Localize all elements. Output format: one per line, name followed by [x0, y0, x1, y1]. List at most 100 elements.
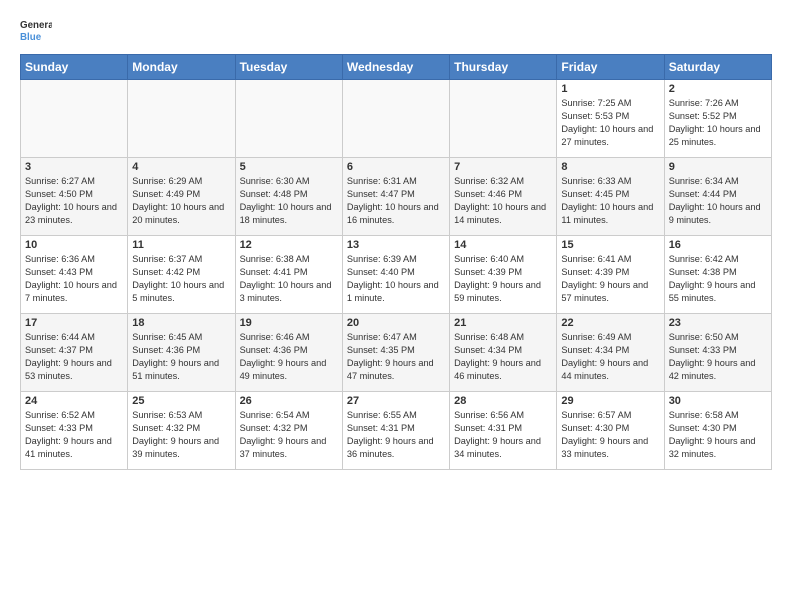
day-number: 26: [240, 395, 338, 407]
day-number: 9: [669, 161, 767, 173]
day-number: 13: [347, 239, 445, 251]
calendar-cell: 28 Sunrise: 6:56 AM Sunset: 4:31 PM Dayli…: [450, 392, 557, 470]
calendar-cell: [342, 80, 449, 158]
day-number: 24: [25, 395, 123, 407]
calendar-cell: 29 Sunrise: 6:57 AM Sunset: 4:30 PM Dayli…: [557, 392, 664, 470]
day-info: Sunrise: 6:56 AM Sunset: 4:31 PM Dayligh…: [454, 409, 552, 461]
weekday-header-row: SundayMondayTuesdayWednesdayThursdayFrid…: [21, 55, 772, 80]
calendar-table: SundayMondayTuesdayWednesdayThursdayFrid…: [20, 54, 772, 470]
day-number: 19: [240, 317, 338, 329]
calendar-cell: 8 Sunrise: 6:33 AM Sunset: 4:45 PM Daylig…: [557, 158, 664, 236]
day-number: 5: [240, 161, 338, 173]
calendar-cell: 23Sunrise: 6:50 AM Sunset: 4:33 PM Dayli…: [664, 314, 771, 392]
day-info: Sunrise: 6:36 AM Sunset: 4:43 PM Dayligh…: [25, 253, 123, 305]
calendar-cell: 20 Sunrise: 6:47 AM Sunset: 4:35 PM Dayli…: [342, 314, 449, 392]
day-number: 7: [454, 161, 552, 173]
calendar-cell: 17 Sunrise: 6:44 AM Sunset: 4:37 PM Dayli…: [21, 314, 128, 392]
day-number: 12: [240, 239, 338, 251]
day-info: Sunrise: 6:42 AM Sunset: 4:38 PM Dayligh…: [669, 253, 767, 305]
calendar-cell: 6 Sunrise: 6:31 AM Sunset: 4:47 PM Daylig…: [342, 158, 449, 236]
day-info: Sunrise: 6:45 AM Sunset: 4:36 PM Dayligh…: [132, 331, 230, 383]
day-number: 4: [132, 161, 230, 173]
day-info: Sunrise: 6:46 AM Sunset: 4:36 PM Dayligh…: [240, 331, 338, 383]
weekday-header-monday: Monday: [128, 55, 235, 80]
day-number: 15: [561, 239, 659, 251]
day-info: Sunrise: 6:54 AM Sunset: 4:32 PM Dayligh…: [240, 409, 338, 461]
weekday-header-thursday: Thursday: [450, 55, 557, 80]
logo-icon: General Blue: [20, 16, 52, 44]
day-info: Sunrise: 6:57 AM Sunset: 4:30 PM Dayligh…: [561, 409, 659, 461]
calendar-cell: 9 Sunrise: 6:34 AM Sunset: 4:44 PM Daylig…: [664, 158, 771, 236]
calendar-cell: 21 Sunrise: 6:48 AM Sunset: 4:34 PM Dayli…: [450, 314, 557, 392]
calendar-cell: 16 Sunrise: 6:42 AM Sunset: 4:38 PM Dayli…: [664, 236, 771, 314]
day-info: Sunrise: 6:27 AM Sunset: 4:50 PM Dayligh…: [25, 175, 123, 227]
day-info: Sunrise: 6:55 AM Sunset: 4:31 PM Dayligh…: [347, 409, 445, 461]
day-number: 21: [454, 317, 552, 329]
calendar-cell: 4 Sunrise: 6:29 AM Sunset: 4:49 PM Daylig…: [128, 158, 235, 236]
day-info: Sunrise: 6:29 AM Sunset: 4:49 PM Dayligh…: [132, 175, 230, 227]
calendar-cell: [450, 80, 557, 158]
calendar-cell: [128, 80, 235, 158]
day-number: 16: [669, 239, 767, 251]
day-number: 28: [454, 395, 552, 407]
calendar-cell: 11 Sunrise: 6:37 AM Sunset: 4:42 PM Dayli…: [128, 236, 235, 314]
day-number: 1: [561, 83, 659, 95]
calendar-cell: 27 Sunrise: 6:55 AM Sunset: 4:31 PM Dayli…: [342, 392, 449, 470]
calendar-cell: 19 Sunrise: 6:46 AM Sunset: 4:36 PM Dayli…: [235, 314, 342, 392]
day-number: 20: [347, 317, 445, 329]
calendar-cell: [21, 80, 128, 158]
calendar-cell: 3 Sunrise: 6:27 AM Sunset: 4:50 PM Daylig…: [21, 158, 128, 236]
day-number: 23: [669, 317, 767, 329]
day-info: Sunrise: 6:52 AM Sunset: 4:33 PM Dayligh…: [25, 409, 123, 461]
day-info: Sunrise: 6:41 AM Sunset: 4:39 PM Dayligh…: [561, 253, 659, 305]
header: General Blue: [20, 16, 772, 44]
day-number: 30: [669, 395, 767, 407]
day-number: 18: [132, 317, 230, 329]
day-number: 14: [454, 239, 552, 251]
calendar-cell: 14Sunrise: 6:40 AM Sunset: 4:39 PM Dayli…: [450, 236, 557, 314]
week-row-1: 3 Sunrise: 6:27 AM Sunset: 4:50 PM Daylig…: [21, 158, 772, 236]
day-info: Sunrise: 6:33 AM Sunset: 4:45 PM Dayligh…: [561, 175, 659, 227]
calendar-cell: 24 Sunrise: 6:52 AM Sunset: 4:33 PM Dayli…: [21, 392, 128, 470]
day-number: 22: [561, 317, 659, 329]
calendar-cell: 22 Sunrise: 6:49 AM Sunset: 4:34 PM Dayli…: [557, 314, 664, 392]
day-info: Sunrise: 6:34 AM Sunset: 4:44 PM Dayligh…: [669, 175, 767, 227]
logo: General Blue: [20, 16, 52, 44]
calendar-cell: 13 Sunrise: 6:39 AM Sunset: 4:40 PM Dayli…: [342, 236, 449, 314]
week-row-0: 1 Sunrise: 7:25 AM Sunset: 5:53 PM Daylig…: [21, 80, 772, 158]
calendar-cell: 12 Sunrise: 6:38 AM Sunset: 4:41 PM Dayli…: [235, 236, 342, 314]
weekday-header-wednesday: Wednesday: [342, 55, 449, 80]
day-number: 3: [25, 161, 123, 173]
svg-text:Blue: Blue: [20, 32, 42, 43]
day-info: Sunrise: 6:47 AM Sunset: 4:35 PM Dayligh…: [347, 331, 445, 383]
day-info: Sunrise: 6:49 AM Sunset: 4:34 PM Dayligh…: [561, 331, 659, 383]
weekday-header-tuesday: Tuesday: [235, 55, 342, 80]
day-number: 29: [561, 395, 659, 407]
day-info: Sunrise: 6:37 AM Sunset: 4:42 PM Dayligh…: [132, 253, 230, 305]
calendar-cell: 18 Sunrise: 6:45 AM Sunset: 4:36 PM Dayli…: [128, 314, 235, 392]
day-number: 11: [132, 239, 230, 251]
page-container: General Blue SundayMondayTuesdayWednesda…: [0, 0, 792, 480]
day-number: 10: [25, 239, 123, 251]
calendar-cell: 7Sunrise: 6:32 AM Sunset: 4:46 PM Daylig…: [450, 158, 557, 236]
day-info: Sunrise: 6:44 AM Sunset: 4:37 PM Dayligh…: [25, 331, 123, 383]
week-row-2: 10 Sunrise: 6:36 AM Sunset: 4:43 PM Dayli…: [21, 236, 772, 314]
day-info: Sunrise: 6:38 AM Sunset: 4:41 PM Dayligh…: [240, 253, 338, 305]
day-info: Sunrise: 7:26 AM Sunset: 5:52 PM Dayligh…: [669, 97, 767, 149]
day-info: Sunrise: 6:31 AM Sunset: 4:47 PM Dayligh…: [347, 175, 445, 227]
day-info: Sunrise: 6:48 AM Sunset: 4:34 PM Dayligh…: [454, 331, 552, 383]
day-number: 27: [347, 395, 445, 407]
day-info: Sunrise: 6:30 AM Sunset: 4:48 PM Dayligh…: [240, 175, 338, 227]
day-number: 25: [132, 395, 230, 407]
svg-text:General: General: [20, 20, 52, 31]
weekday-header-saturday: Saturday: [664, 55, 771, 80]
calendar-cell: 26 Sunrise: 6:54 AM Sunset: 4:32 PM Dayli…: [235, 392, 342, 470]
day-info: Sunrise: 7:25 AM Sunset: 5:53 PM Dayligh…: [561, 97, 659, 149]
day-number: 17: [25, 317, 123, 329]
calendar-cell: 25Sunrise: 6:53 AM Sunset: 4:32 PM Dayli…: [128, 392, 235, 470]
week-row-3: 17 Sunrise: 6:44 AM Sunset: 4:37 PM Dayli…: [21, 314, 772, 392]
day-info: Sunrise: 6:58 AM Sunset: 4:30 PM Dayligh…: [669, 409, 767, 461]
day-info: Sunrise: 6:39 AM Sunset: 4:40 PM Dayligh…: [347, 253, 445, 305]
day-number: 6: [347, 161, 445, 173]
day-number: 8: [561, 161, 659, 173]
